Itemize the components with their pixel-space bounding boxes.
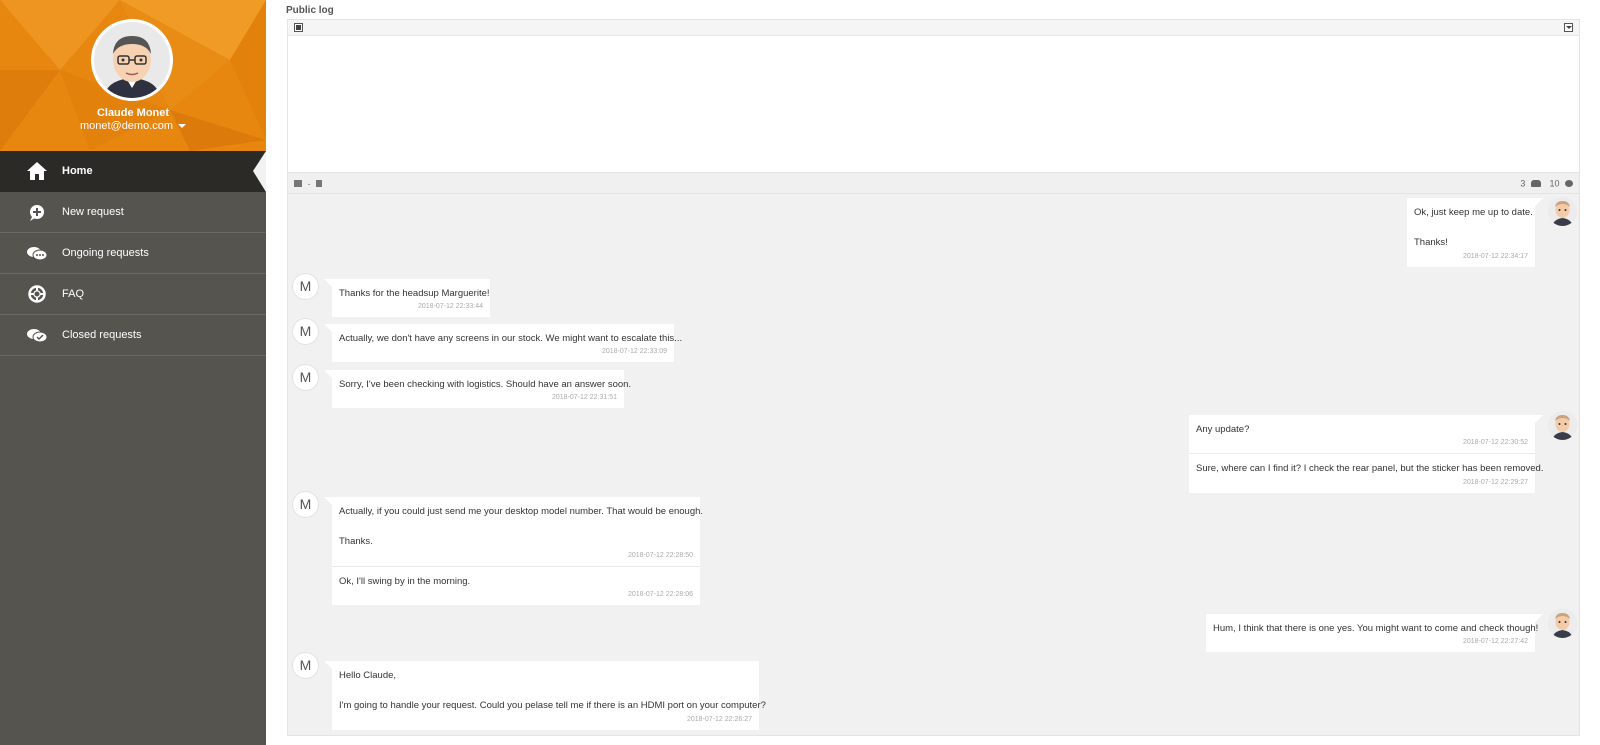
customer-avatar	[1548, 411, 1577, 440]
chat-bubbles-icon	[27, 247, 48, 261]
message-timestamp: 2018-07-12 22:31:51	[552, 394, 617, 402]
message-timestamp: 2018-07-12 22:28:50	[628, 551, 693, 559]
user-email-dropdown[interactable]: monet@demo.com	[0, 120, 266, 132]
agent-message: Thanks for the headsup Marguerite! 2018-…	[324, 279, 490, 318]
menu-item-new-request[interactable]: New request	[0, 192, 266, 233]
message-text: Thanks for the headsup Marguerite!	[339, 288, 490, 299]
message-timestamp: 2018-07-12 22:26:27	[687, 715, 752, 723]
separator-dot: -	[307, 178, 311, 189]
message-text: Actually, we don't have any screens in o…	[339, 333, 683, 344]
menu-label-faq: FAQ	[62, 288, 85, 300]
message-timestamp: 2018-07-12 22:27:42	[1463, 638, 1528, 646]
message-text: Ok, I'll swing by in the morning.	[339, 575, 471, 587]
menu-item-home[interactable]: Home	[0, 151, 266, 192]
expand-editor-icon[interactable]	[294, 23, 303, 32]
agent-message: Actually, if you could just send me your…	[324, 497, 704, 605]
participants-count: 3	[1520, 178, 1526, 189]
avatar-face-icon	[94, 22, 170, 98]
menu-label-ongoing-requests: Ongoing requests	[62, 247, 149, 259]
public-log-title: Public log	[286, 5, 334, 16]
message-feed: Ok, just keep me up to date. Thanks! 201…	[287, 194, 1580, 736]
menu-label-new-request: New request	[62, 206, 124, 218]
active-indicator	[253, 151, 266, 192]
message-text: Hello Claude,	[339, 670, 397, 681]
user-email: monet@demo.com	[79, 120, 174, 132]
caret-down-icon	[178, 124, 187, 129]
message-text: Sure, where can I find it? I check the r…	[1196, 463, 1544, 475]
agent-avatar: M	[292, 364, 319, 391]
message-text: Sorry, I've been checking with logistics…	[339, 379, 632, 390]
message-text: Hum, I think that there is one yes. You …	[1213, 623, 1539, 634]
message-text: I'm going to handle your request. Could …	[339, 700, 766, 712]
main-content: Public log - 3 10 Ok, just keep me up to…	[266, 0, 1600, 745]
people-icon	[1530, 180, 1541, 188]
customer-avatar	[1548, 197, 1577, 226]
lifebuoy-icon	[28, 285, 46, 303]
message-text: Any update?	[1196, 424, 1250, 435]
user-name: Claude Monet	[96, 107, 170, 119]
home-icon	[27, 162, 47, 180]
log-editor[interactable]	[287, 19, 1580, 173]
customer-message: Ok, just keep me up to date. Thanks! 201…	[1407, 198, 1543, 267]
message-timestamp: 2018-07-12 22:29:27	[1463, 478, 1528, 486]
avatar-face-icon	[1548, 197, 1577, 226]
editor-toolbar	[288, 20, 1579, 36]
agent-avatar: M	[292, 318, 319, 345]
profile-header: Claude Monet monet@demo.com	[0, 0, 266, 151]
editor-text-area[interactable]	[288, 37, 1579, 172]
customer-message: Any update? 2018-07-12 22:30:52 Sure, wh…	[1189, 415, 1544, 493]
sidebar: Claude Monet monet@demo.com Home New req…	[0, 0, 266, 745]
agent-message: Actually, we don't have any screens in o…	[324, 324, 683, 363]
document-icon[interactable]	[316, 180, 323, 188]
menu-item-ongoing-requests[interactable]: Ongoing requests	[0, 233, 266, 274]
agent-message: Hello Claude, I'm going to handle your r…	[324, 661, 766, 730]
message-timestamp: 2018-07-12 22:30:52	[1463, 439, 1528, 447]
menu-label-closed-requests: Closed requests	[62, 329, 142, 341]
avatar-face-icon	[1548, 411, 1577, 440]
collapse-editor-icon[interactable]	[1564, 23, 1573, 32]
book-icon[interactable]	[294, 180, 302, 188]
closed-chat-icon	[27, 329, 48, 343]
message-text: Actually, if you could just send me your…	[339, 506, 704, 517]
plus-circle-icon	[30, 205, 44, 221]
message-timestamp: 2018-07-12 22:28:06	[628, 590, 693, 598]
menu-label-home: Home	[62, 165, 93, 177]
agent-avatar: M	[292, 491, 319, 518]
menu-item-faq[interactable]: FAQ	[0, 274, 266, 315]
agent-message: Sorry, I've been checking with logistics…	[324, 370, 632, 409]
message-timestamp: 2018-07-12 22:33:44	[418, 303, 483, 311]
avatar-face-icon	[1548, 609, 1577, 638]
message-text: Ok, just keep me up to date.	[1414, 207, 1533, 218]
agent-avatar: M	[292, 652, 319, 679]
customer-avatar	[1548, 609, 1577, 638]
customer-message: Hum, I think that there is one yes. You …	[1206, 614, 1543, 653]
message-text: Thanks!	[1414, 237, 1448, 249]
message-timestamp: 2018-07-12 22:33:09	[602, 348, 667, 356]
log-status-bar: - 3 10	[287, 173, 1580, 194]
agent-avatar: M	[292, 273, 319, 300]
message-timestamp: 2018-07-12 22:34:17	[1463, 252, 1528, 260]
messages-count: 10	[1549, 178, 1560, 189]
comment-icon	[1565, 180, 1573, 188]
menu-item-closed-requests[interactable]: Closed requests	[0, 315, 266, 356]
user-avatar[interactable]	[91, 19, 173, 101]
message-text: Thanks.	[339, 536, 373, 548]
